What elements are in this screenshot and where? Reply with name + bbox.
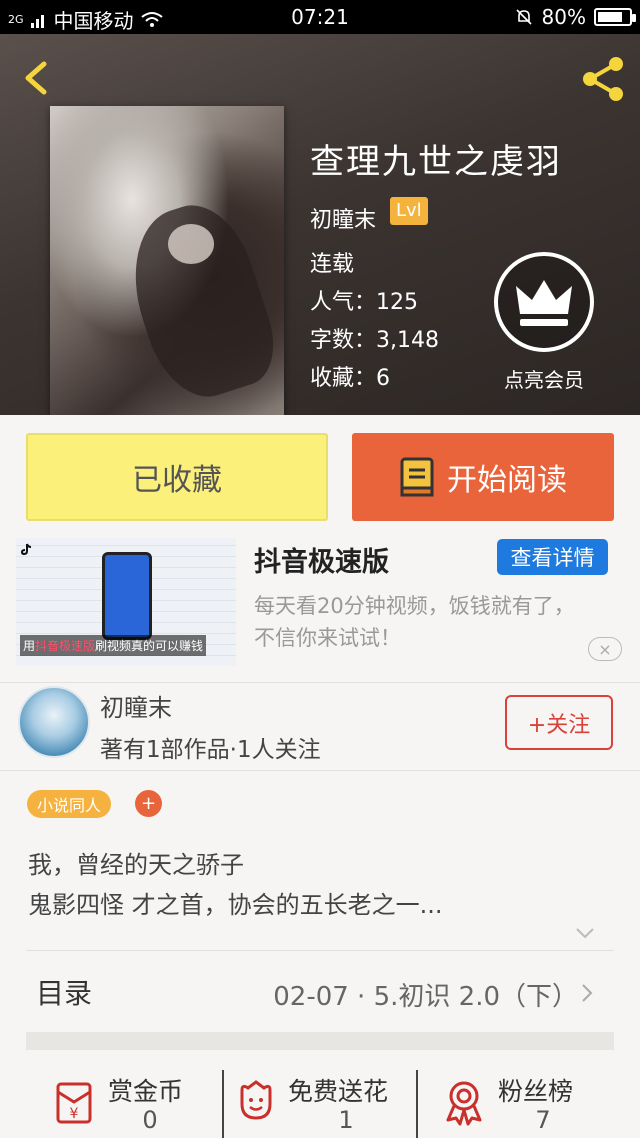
book-icon — [400, 457, 434, 497]
level-badge: Lvl — [390, 197, 428, 225]
ad-image[interactable]: 用抖音极速版刷视频真的可以赚钱 — [16, 538, 236, 666]
stat-free-flowers[interactable]: 免费送花 1 — [232, 1068, 418, 1138]
book-status: 连载 — [310, 252, 355, 277]
synopsis[interactable]: 我，曾经的天之骄子 鬼影四怪 才之首，协会的五长老之一... — [28, 845, 608, 925]
catalog-label[interactable]: 目录 — [36, 972, 92, 1012]
status-bar: 2G 中国移动 07:21 80% — [0, 0, 640, 34]
share-icon[interactable] — [578, 54, 628, 104]
stat-label: 免费送花 — [288, 1077, 389, 1106]
divider — [0, 682, 640, 683]
tag-fanfiction[interactable]: 小说同人 — [27, 790, 112, 818]
author-row-name[interactable]: 初瞳末 — [100, 688, 172, 723]
tiktok-logo-icon — [20, 543, 32, 556]
book-author[interactable]: 初瞳末 — [310, 202, 376, 234]
flower-icon — [240, 1080, 272, 1120]
book-title: 查理九世之虔羽 — [310, 142, 562, 182]
mute-bell-icon — [515, 9, 532, 25]
book-cover[interactable] — [50, 106, 287, 415]
back-arrow-icon[interactable] — [16, 56, 60, 100]
book-popularity: 人气：125 — [310, 290, 418, 315]
book-header: 查理九世之虔羽 初瞳末 Lvl 连载 人气：125 字数：3,148 收藏：6 … — [0, 34, 640, 415]
stat-value: 1 — [338, 1106, 354, 1134]
battery-icon — [594, 8, 636, 26]
medal-icon — [446, 1081, 482, 1126]
book-word-count: 字数：3,148 — [310, 328, 439, 353]
chevron-down-icon[interactable] — [574, 922, 596, 944]
book-favorites: 收藏：6 — [310, 366, 390, 391]
vip-label[interactable]: 点亮会员 — [482, 364, 606, 393]
stat-value: 0 — [142, 1106, 158, 1134]
collected-label: 已收藏 — [132, 463, 222, 498]
ad-phone-graphic — [102, 552, 152, 640]
divider — [26, 950, 614, 951]
battery-level — [598, 12, 622, 22]
stat-divider — [222, 1070, 224, 1138]
synopsis-line: 鬼影四怪 才之首，协会的五长老之一... — [28, 891, 443, 919]
svg-text:¥: ¥ — [70, 1106, 79, 1122]
stat-label: 赏金币 — [108, 1077, 184, 1106]
stat-divider — [416, 1070, 418, 1138]
crown-icon — [516, 280, 572, 326]
stat-value: 7 — [535, 1106, 551, 1134]
collected-button[interactable]: 已收藏 — [26, 433, 328, 521]
ad-close-button[interactable]: × — [588, 637, 622, 661]
author-avatar[interactable] — [18, 686, 90, 758]
stat-fan-ranking[interactable]: 粉丝榜 7 — [440, 1068, 620, 1138]
battery-percent: 80% — [541, 5, 586, 29]
follow-button[interactable]: +关注 — [505, 695, 613, 750]
ad-description: 每天看20分钟视频，饭钱就有了，不信你来试试！ — [254, 594, 575, 650]
chevron-right-icon[interactable] — [578, 982, 596, 1004]
author-row-meta: 著有1部作品·1人关注 — [100, 737, 321, 763]
divider — [0, 770, 640, 771]
section-spacer — [26, 1032, 614, 1050]
stat-label: 粉丝榜 — [498, 1077, 574, 1106]
vip-button[interactable] — [494, 252, 594, 352]
ad-detail-button[interactable]: 查看详情 — [497, 539, 608, 575]
start-reading-button[interactable]: 开始阅读 — [352, 433, 614, 521]
start-reading-label: 开始阅读 — [447, 463, 567, 498]
latest-chapter[interactable]: 02-07 · 5.初识 2.0（下） — [273, 976, 578, 1013]
stat-reward-coins[interactable]: ¥ 赏金币 0 — [40, 1068, 220, 1138]
red-envelope-icon: ¥ — [56, 1082, 92, 1124]
synopsis-line: 我，曾经的天之骄子 — [28, 851, 244, 879]
ad-title[interactable]: 抖音极速版 — [254, 540, 389, 579]
add-tag-button[interactable]: + — [135, 790, 162, 817]
ad-caption: 用抖音极速版刷视频真的可以赚钱 — [20, 635, 207, 656]
